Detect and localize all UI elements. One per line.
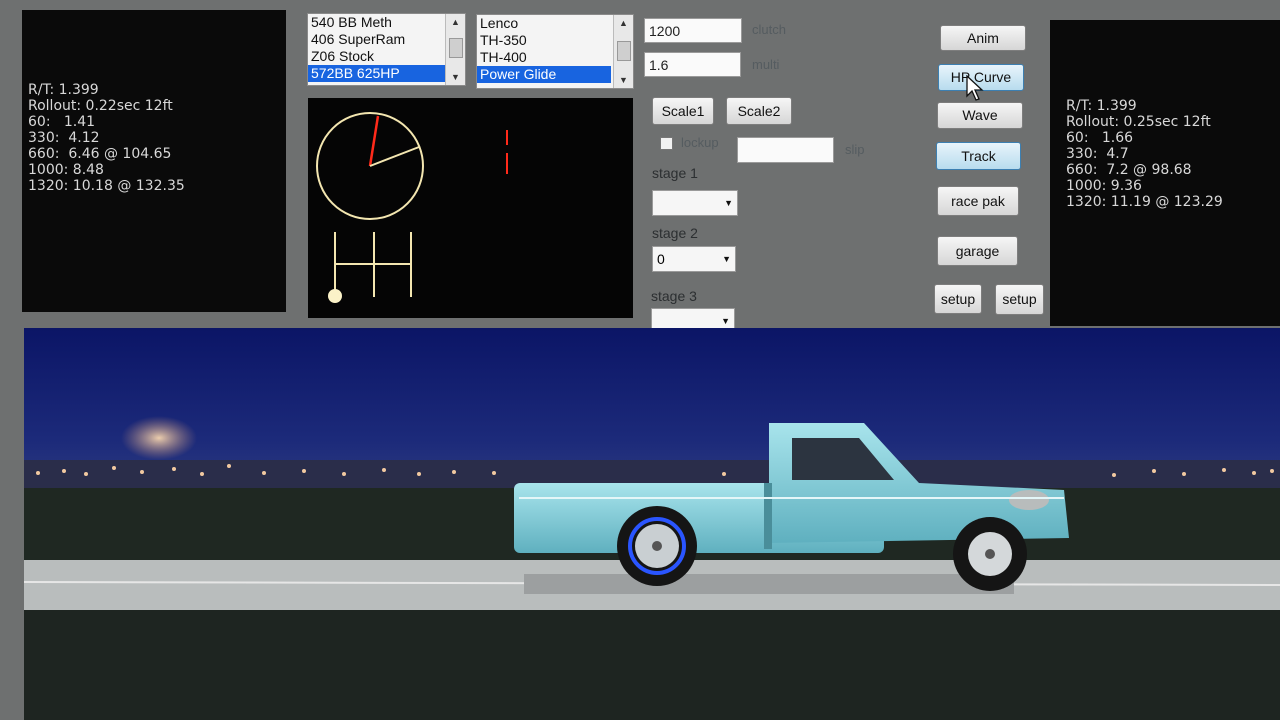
transmission-list-item[interactable]: TH-400	[477, 49, 611, 66]
clutch-label: clutch	[752, 22, 786, 37]
transmission-list-item[interactable]: TH-350	[477, 32, 611, 49]
scroll-down-arrow-icon[interactable]: ▼	[446, 69, 465, 85]
tachometer-needle	[368, 115, 380, 167]
engine-list-item[interactable]: 406 SuperRam	[308, 31, 447, 48]
lockup-checkbox[interactable]	[660, 137, 673, 150]
scale2-button[interactable]: Scale2	[726, 97, 792, 125]
race-pak-button[interactable]: race pak	[937, 186, 1019, 216]
stat-line: 330: 4.7	[1066, 146, 1129, 162]
chevron-down-icon: ▼	[722, 254, 731, 264]
shifter-knob	[328, 289, 342, 303]
stat-line: 60: 1.66	[1066, 130, 1134, 146]
stage-1-label: stage 1	[652, 165, 698, 181]
transmission-listbox[interactable]: Lenco TH-350 TH-400 Power Glide ▲ ▼	[476, 14, 634, 89]
tachometer-shifter-panel	[308, 98, 633, 318]
setup-button-right[interactable]: setup	[995, 284, 1044, 315]
track-button[interactable]: Track	[936, 142, 1021, 170]
chevron-down-icon: ▼	[724, 198, 733, 208]
engine-listbox[interactable]: 540 BB Meth 406 SuperRam Z06 Stock 572BB…	[307, 13, 466, 86]
transmission-list-item[interactable]: Lenco	[477, 15, 611, 32]
scale1-button[interactable]: Scale1	[652, 97, 714, 125]
stage-2-dropdown[interactable]: 0 ▼	[652, 246, 736, 272]
right-lane-stats-panel: R/T: 1.399 Rollout: 0.25sec 12ft 60: 1.6…	[1050, 20, 1280, 326]
stat-line: 1000: 8.48	[28, 162, 104, 178]
drag-strip-scene	[24, 328, 1280, 720]
wave-button[interactable]: Wave	[937, 102, 1023, 129]
transmission-list-item-selected[interactable]: Power Glide	[477, 66, 611, 83]
slip-input[interactable]	[737, 137, 834, 163]
stat-line: R/T: 1.399	[28, 82, 99, 98]
setup-button-left[interactable]: setup	[934, 284, 982, 314]
stage-1-dropdown[interactable]: ▼	[652, 190, 738, 216]
multi-label: multi	[752, 57, 780, 72]
engine-list-item[interactable]: 540 BB Meth	[308, 14, 447, 31]
stat-line: Rollout: 0.25sec 12ft	[1066, 114, 1211, 130]
engine-list-scrollbar[interactable]: ▲ ▼	[445, 14, 465, 85]
engine-list-item[interactable]: Z06 Stock	[308, 48, 447, 65]
stage-2-value: 0	[657, 251, 665, 267]
transmission-list-scrollbar[interactable]: ▲ ▼	[613, 15, 633, 88]
front-wheel	[953, 517, 1027, 591]
tachometer-dial	[316, 112, 424, 220]
stat-line: 330: 4.12	[28, 130, 100, 146]
stat-line: 60: 1.41	[28, 114, 96, 130]
scroll-down-arrow-icon[interactable]: ▼	[614, 72, 633, 88]
garage-button[interactable]: garage	[937, 236, 1018, 266]
stat-line: 1320: 10.18 @ 132.35	[28, 178, 185, 194]
anim-button[interactable]: Anim	[940, 25, 1026, 51]
lockup-label: lockup	[681, 135, 719, 150]
multi-input[interactable]	[644, 52, 741, 77]
stat-line: 660: 6.46 @ 104.65	[28, 146, 172, 162]
tachometer-shift-marker	[369, 146, 420, 167]
stat-line: 660: 7.2 @ 98.68	[1066, 162, 1192, 178]
stat-line: Rollout: 0.22sec 12ft	[28, 98, 173, 114]
scroll-up-arrow-icon[interactable]: ▲	[446, 14, 465, 30]
left-lane-stats-panel: R/T: 1.399 Rollout: 0.22sec 12ft 60: 1.4…	[22, 10, 286, 312]
stage-2-label: stage 2	[652, 225, 698, 241]
engine-list-item-selected[interactable]: 572BB 625HP	[308, 65, 447, 82]
scroll-thumb[interactable]	[449, 38, 463, 58]
scroll-up-arrow-icon[interactable]: ▲	[614, 15, 633, 31]
rear-wheel	[617, 506, 697, 586]
stat-line: R/T: 1.399	[1066, 98, 1137, 114]
mouse-pointer-icon	[966, 75, 984, 101]
gear-shifter-pattern	[334, 232, 412, 297]
clutch-input[interactable]	[644, 18, 742, 43]
stage-3-label: stage 3	[651, 288, 697, 304]
slip-label: slip	[845, 142, 865, 157]
stat-line: 1320: 11.19 @ 123.29	[1066, 194, 1223, 210]
scroll-thumb[interactable]	[617, 41, 631, 61]
stat-line: 1000: 9.36	[1066, 178, 1142, 194]
